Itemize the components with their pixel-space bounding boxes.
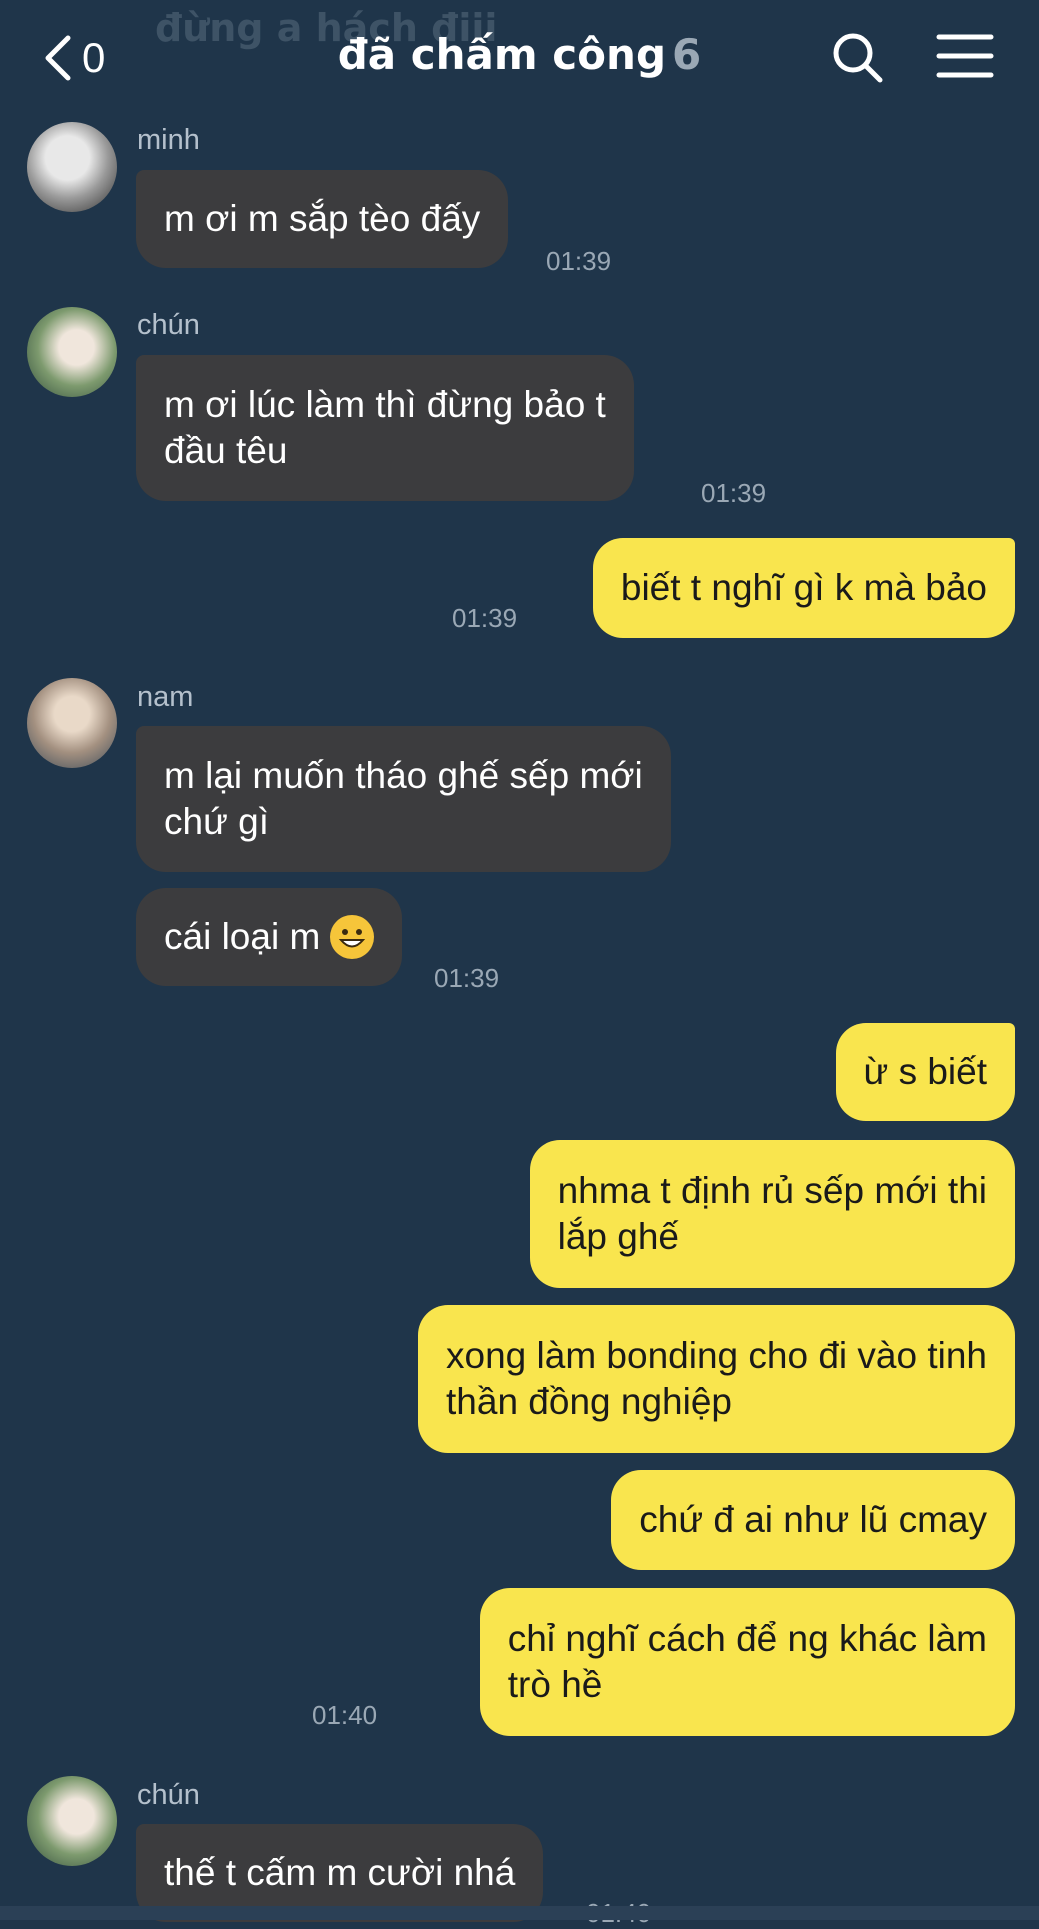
search-icon (833, 33, 883, 83)
search-button[interactable] (830, 30, 886, 90)
avatar[interactable] (27, 122, 117, 212)
message-text: chứ đ ai như lũ cmay (639, 1499, 987, 1540)
message-time: 01:39 (546, 246, 612, 276)
message-text-line: m ơi lúc làm thì đừng bảo t (164, 384, 606, 425)
message-text-line: m lại muốn tháo ghế sếp mới (164, 755, 643, 796)
message-text: ừ s biết (863, 1051, 987, 1092)
avatar[interactable] (27, 678, 117, 768)
message-bubble[interactable]: chứ đ ai như lũ cmay (611, 1470, 1015, 1570)
menu-icon (936, 34, 994, 78)
sender-name: nam (137, 681, 194, 713)
message-time: 01:39 (452, 603, 518, 633)
message-text-line: chỉ nghĩ cách để ng khác làm (507, 1618, 987, 1659)
sender-name: chún (137, 309, 200, 341)
message-text-line: đầu têu (164, 430, 288, 471)
message-time: 01:39 (701, 478, 767, 508)
message-text: thế t cấm m cười nhá (164, 1852, 516, 1893)
message-text: m ơi m sắp tèo đấy (164, 198, 481, 239)
message-bubble[interactable]: m ơi m sắp tèo đấy (136, 170, 509, 268)
message-bubble[interactable]: cái loại m (136, 888, 403, 986)
message-text: biết t nghĩ gì k mà bảo (620, 567, 987, 608)
message-text-line: trò hề (507, 1664, 603, 1705)
avatar[interactable] (27, 307, 117, 397)
message-bubble[interactable]: xong làm bonding cho đi vào tinh thần đồ… (418, 1305, 1015, 1453)
menu-button[interactable] (936, 32, 994, 86)
sender-name: minh (137, 124, 200, 156)
message-text-line: chứ gì (164, 801, 269, 842)
member-count: 6 (672, 30, 702, 79)
message-text-line: lắp ghế (557, 1216, 679, 1257)
chat-title-text: đã chấm công (337, 30, 667, 79)
message-text-line: nhma t định rủ sếp mới thi (557, 1170, 987, 1211)
sender-name: chún (137, 1779, 200, 1811)
message-time: 01:40 (312, 1700, 378, 1730)
message-bubble[interactable]: m lại muốn tháo ghế sếp mới chứ gì (136, 726, 671, 872)
avatar[interactable] (27, 1776, 117, 1866)
bottom-bar (0, 1906, 1039, 1920)
message-bubble[interactable]: m ơi lúc làm thì đừng bảo t đầu têu (136, 355, 634, 501)
message-time: 01:39 (434, 963, 500, 993)
message-bubble[interactable]: nhma t định rủ sếp mới thi lắp ghế (529, 1140, 1015, 1288)
message-bubble[interactable]: chỉ nghĩ cách để ng khác làm trò hề (479, 1588, 1015, 1736)
message-text: cái loại m (164, 916, 321, 957)
message-bubble[interactable]: biết t nghĩ gì k mà bảo (592, 538, 1015, 638)
grinning-face-icon (330, 915, 375, 959)
message-text-line: xong làm bonding cho đi vào tinh (446, 1335, 987, 1376)
chat-header: đừng a hách điii 0 đã chấm công 6 (0, 0, 1039, 118)
message-text-line: thần đồng nghiệp (446, 1381, 733, 1422)
message-bubble[interactable]: ừ s biết (835, 1023, 1015, 1121)
